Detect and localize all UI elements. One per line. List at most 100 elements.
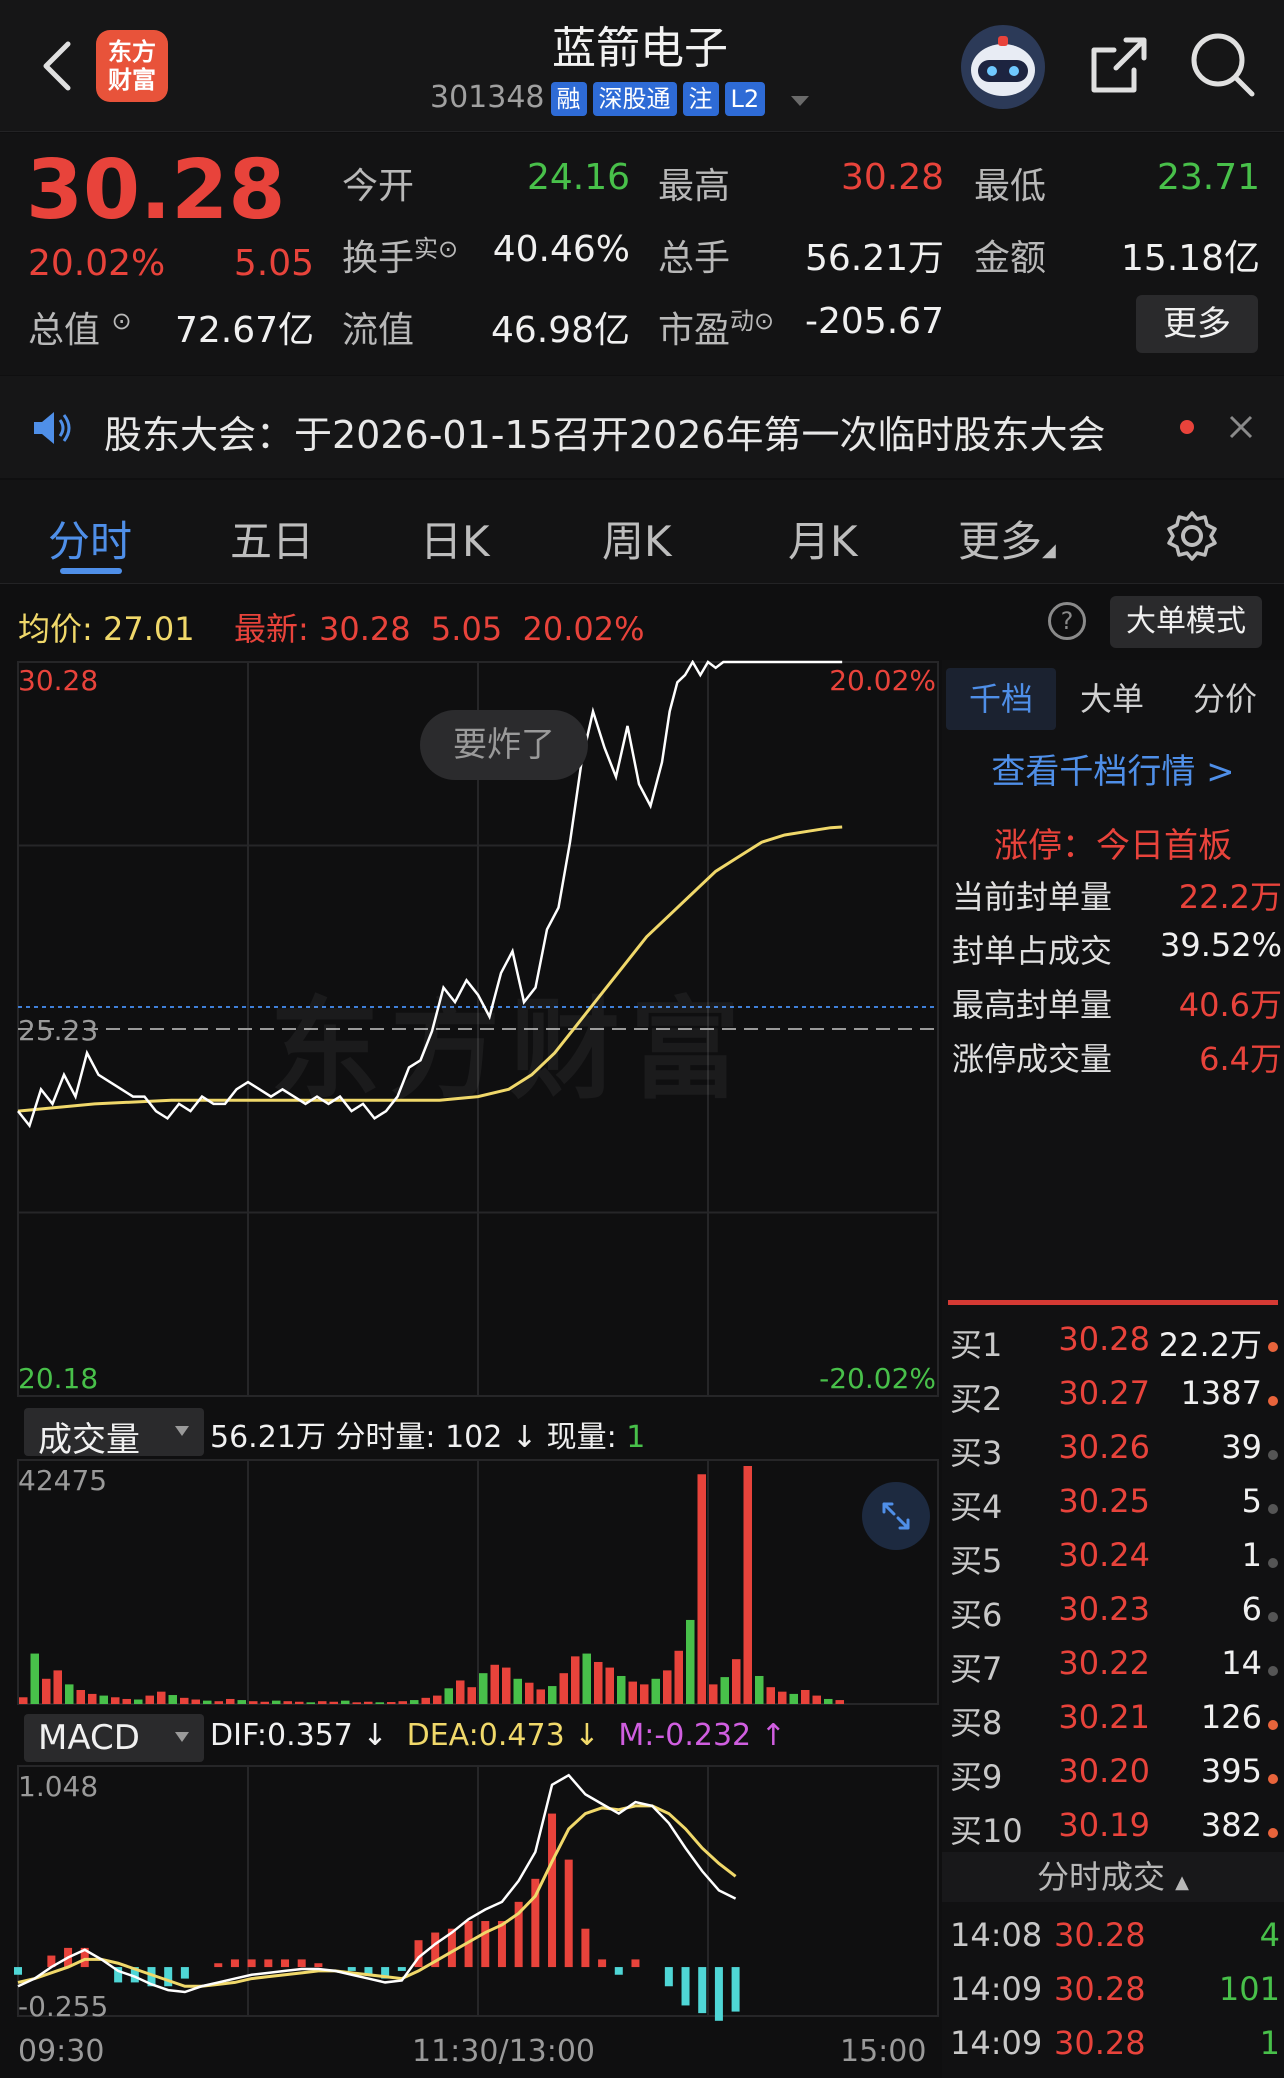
volume-bar — [283, 1701, 292, 1704]
tag-l2: L2 — [724, 81, 766, 116]
robot-avatar-icon[interactable] — [958, 22, 1048, 112]
volume-bar — [789, 1693, 798, 1704]
volume-selector[interactable]: 成交量 — [24, 1408, 204, 1460]
macd-top-label: 1.048 — [18, 1770, 99, 1803]
macd-histogram-bar — [347, 1967, 356, 1971]
volume-bar — [571, 1656, 580, 1704]
macd-histogram-bar — [631, 1959, 640, 1968]
macd-histogram-bar — [598, 1959, 607, 1968]
volume-bar — [168, 1695, 177, 1704]
low-label: 最低 — [974, 166, 1047, 207]
volume-bar — [720, 1677, 729, 1704]
prev-close-label: 25.23 — [18, 1014, 99, 1047]
help-icon[interactable]: ? — [1048, 602, 1086, 640]
dropdown-icon[interactable] — [789, 81, 811, 116]
tick-row: 14:09 30.28 101 — [950, 1970, 1284, 2024]
more-button[interactable]: 更多 — [1136, 295, 1258, 353]
low-value: 23.71 — [1156, 157, 1260, 198]
bid-dot — [1268, 1396, 1278, 1406]
turnover-value: 40.46% — [492, 229, 630, 270]
settings-gear-icon[interactable] — [1166, 510, 1218, 562]
indicator-selector[interactable]: MACD — [24, 1714, 204, 1762]
volume-bar — [686, 1619, 695, 1704]
volume-bar — [30, 1653, 39, 1704]
close-icon[interactable] — [1228, 414, 1254, 440]
bid-row[interactable]: 买7 30.22 14 — [950, 1644, 1284, 1698]
bid-row[interactable]: 买3 30.26 39 — [950, 1428, 1284, 1482]
macd-histogram-bar — [664, 1967, 673, 1987]
chart-area[interactable]: 30.28 20.18 20.02% -20.02% 25.23 东方财富 要炸… — [0, 660, 940, 2078]
caret-down-icon — [174, 1728, 190, 1747]
volume-bar — [76, 1689, 85, 1704]
tab-day-k[interactable]: 日K — [420, 508, 490, 569]
bid-volume: 126 — [1200, 1698, 1262, 1736]
pe-value: -205.67 — [805, 301, 944, 342]
volume-info: 56.21万 分时量: 102 ↓ 现量: 1 — [210, 1420, 646, 1455]
bid-row[interactable]: 买6 30.23 6 — [950, 1590, 1284, 1644]
volume-bar — [145, 1695, 154, 1704]
tab-more[interactable]: 更多◢ — [958, 508, 1056, 569]
tab-week-k[interactable]: 周K — [602, 508, 672, 569]
tab-depth[interactable]: 千档 — [946, 668, 1056, 730]
speaker-icon — [32, 410, 74, 446]
amount-label: 金额 — [974, 238, 1047, 279]
macd-histogram-bar — [314, 1963, 323, 1968]
bid-label: 买8 — [950, 1704, 1003, 1742]
bid-row[interactable]: 买9 30.20 395 — [950, 1752, 1284, 1806]
macd-dea: DEA:0.473 ↓ — [406, 1718, 600, 1753]
tab-big-order[interactable]: 大单 — [1056, 668, 1168, 730]
volume-bar — [778, 1691, 787, 1704]
bid-price: 30.20 — [1058, 1752, 1150, 1790]
stock-subline: 301348 融深股通注 L2 — [430, 80, 870, 120]
bid-price: 30.19 — [1058, 1806, 1150, 1844]
x-label-mid: 11:30/13:00 — [412, 2034, 596, 2069]
bid-dot — [1268, 1558, 1278, 1568]
macd-histogram-bar — [14, 1967, 22, 1975]
bid-row[interactable]: 买5 30.24 1 — [950, 1536, 1284, 1590]
back-icon[interactable] — [38, 38, 78, 94]
bid-price: 30.24 — [1058, 1536, 1150, 1574]
orderbook-divider — [948, 1300, 1278, 1305]
big-order-mode-button[interactable]: 大单模式 — [1110, 596, 1262, 648]
volume-bar — [88, 1693, 97, 1704]
volume-value: 56.21万 — [804, 238, 944, 279]
share-icon[interactable] — [1086, 34, 1150, 98]
tab-month-k[interactable]: 月K — [788, 508, 858, 569]
macd-bottom-label: -0.255 — [18, 1990, 109, 2023]
tab-intraday[interactable]: 分时 — [48, 508, 132, 569]
chart-info-bar: 均价: 27.01 最新: 30.28 5.05 20.02% ? 大单模式 — [0, 586, 1284, 658]
bid-row[interactable]: 买8 30.21 126 — [950, 1698, 1284, 1752]
volume-bar — [801, 1689, 810, 1704]
info-icon[interactable]: ⊙ — [438, 235, 458, 263]
bid-label: 买9 — [950, 1758, 1003, 1796]
bid-row[interactable]: 买4 30.25 5 — [950, 1482, 1284, 1536]
bid-price: 30.25 — [1058, 1482, 1150, 1520]
volume-bar — [364, 1701, 373, 1704]
bid-price: 30.27 — [1058, 1374, 1150, 1412]
view-depth-link[interactable]: 查看千档行情 > — [942, 744, 1284, 793]
bid-volume: 382 — [1200, 1806, 1262, 1844]
bid-row[interactable]: 买2 30.27 1387 — [950, 1374, 1284, 1428]
tick-time: 14:08 — [950, 1916, 1043, 1954]
stock-name: 蓝箭电子 — [552, 23, 728, 74]
info-icon[interactable]: ⊙ — [111, 307, 131, 335]
expand-icon[interactable] — [862, 1482, 930, 1550]
comment-bubble[interactable]: 要炸了 — [420, 710, 588, 780]
tick-row: 14:09 30.28 1 — [950, 2024, 1284, 2078]
macd-histogram-bar — [548, 1813, 557, 1968]
volume-bar — [594, 1661, 603, 1704]
ticks-header[interactable]: 分时成交 ▲ — [942, 1852, 1284, 1902]
notice-bar[interactable]: 股东大会：于2026-01-15召开2026年第一次临时股东大会 — [0, 376, 1284, 478]
volume-bar — [329, 1701, 338, 1704]
bid-label: 买1 — [950, 1326, 1003, 1364]
pe-label: 市盈动⊙ — [658, 307, 775, 351]
tick-time: 14:09 — [950, 2024, 1043, 2062]
info-icon[interactable]: ⊙ — [754, 307, 774, 335]
search-icon[interactable] — [1188, 30, 1258, 100]
tab-5day[interactable]: 五日 — [230, 508, 314, 569]
tick-price: 30.28 — [1054, 1916, 1146, 1954]
volume-bar — [628, 1681, 637, 1704]
bid-row[interactable]: 买1 30.28 22.2万 — [950, 1320, 1284, 1374]
bid-volume: 14 — [1221, 1644, 1262, 1682]
tab-price-dist[interactable]: 分价 — [1168, 668, 1282, 730]
